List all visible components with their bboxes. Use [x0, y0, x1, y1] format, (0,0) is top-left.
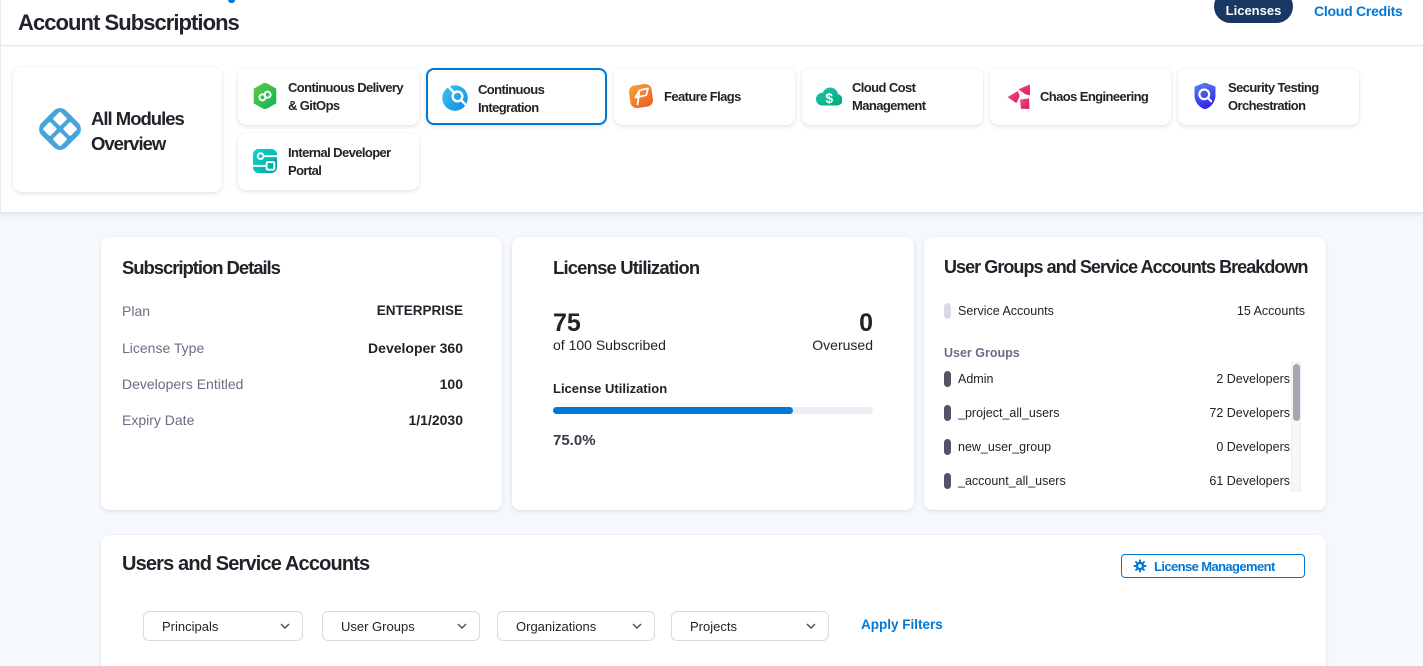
svg-text:$: $ [825, 90, 833, 106]
